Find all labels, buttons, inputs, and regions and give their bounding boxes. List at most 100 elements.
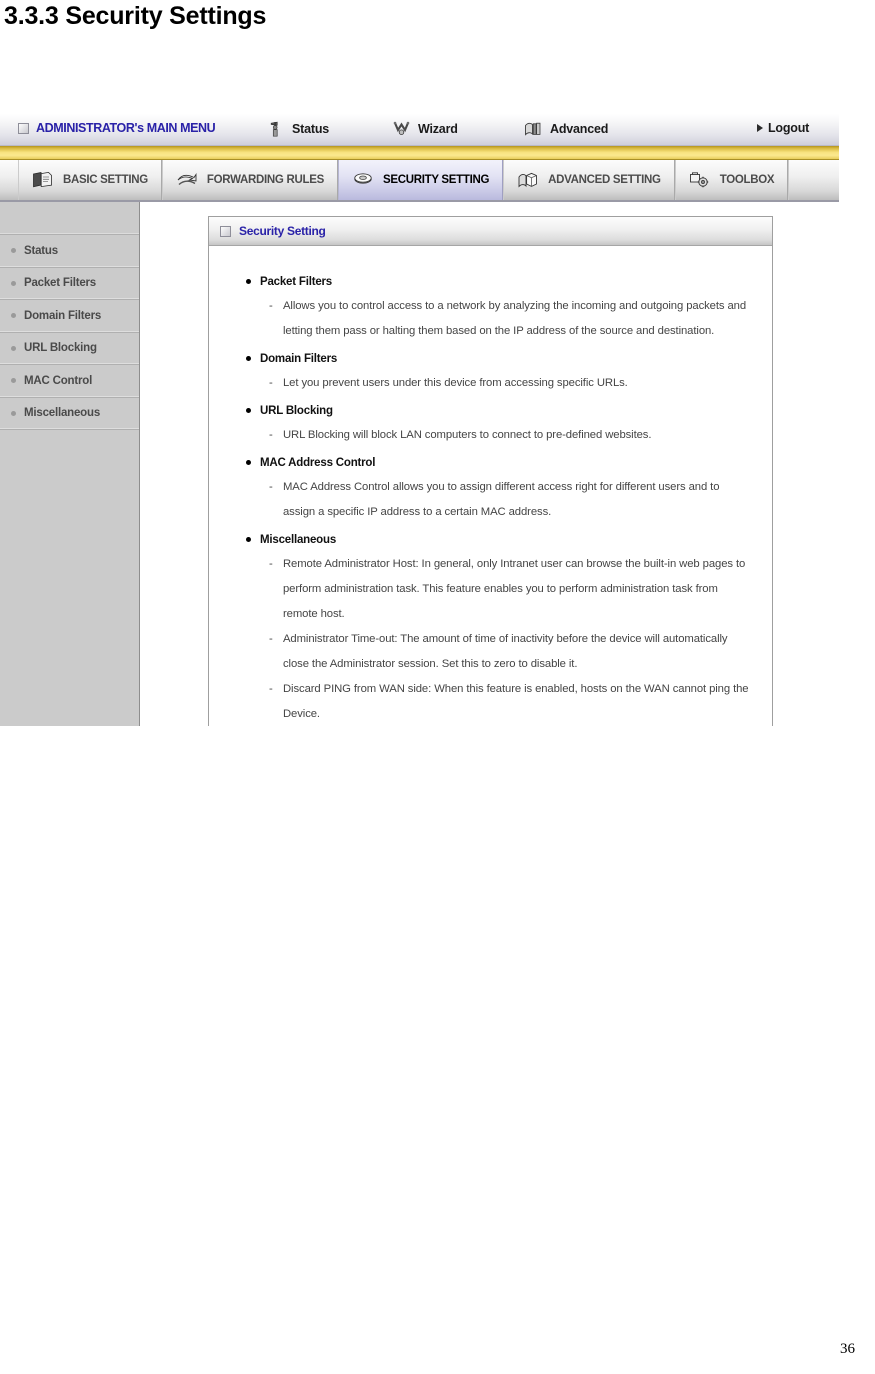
section-heading: URL Blocking [242,401,754,422]
sidebar-item-label: Status [24,244,58,257]
panel-title: Security Setting [239,224,326,238]
tab-row-filler [788,160,839,200]
toolbox-gear-icon [689,171,711,189]
menu-link-status[interactable]: Status [268,121,329,137]
bullet-dot-icon [246,408,251,413]
section-packet-filters: Packet Filters - Allows you to control a… [242,272,754,344]
bullet-dot-icon [11,280,16,286]
bullet-dot-icon [11,410,16,416]
bullet-dot-icon [11,313,16,319]
bullet-dot-icon [246,537,251,542]
main-tab-bar: BASIC SETTING FORWARDING RULES SECURITY … [0,160,839,202]
dash-marker-icon: - [269,429,273,441]
dash-marker-icon: - [269,300,273,312]
section-heading: MAC Address Control [242,453,754,474]
section-mac-address-control: MAC Address Control - MAC Address Contro… [242,453,754,525]
tab-forwarding-rules-label: FORWARDING RULES [206,174,324,186]
tab-security-setting-label: SECURITY SETTING [382,174,490,186]
arrow-right-icon [757,124,763,132]
page-number: 36 [840,1341,855,1357]
menu-link-wizard-label: Wizard [418,121,458,136]
section-item-text: Let you prevent users under this device … [283,377,628,389]
dash-marker-icon: - [269,377,273,389]
forwarding-arrow-icon [176,171,198,189]
bullet-dot-icon [11,248,16,254]
section-item: - Let you prevent users under this devic… [242,371,754,396]
bullet-dot-icon [246,356,251,361]
section-item-text: Discard PING from WAN side: When this fe… [283,683,749,720]
bullet-dot-icon [11,378,16,384]
menu-link-status-label: Status [292,122,330,136]
section-item-text: Remote Administrator Host: In general, o… [283,558,746,620]
sidebar-item-url-blocking[interactable]: URL Blocking [0,333,139,365]
section-heading: Miscellaneous [242,530,754,551]
section-item: - Administrator Time-out: The amount of … [242,627,754,677]
section-item-text: URL Blocking will block LAN computers to… [283,429,652,441]
section-heading-label: Packet Filters [260,276,332,288]
section-heading-label: URL Blocking [260,405,333,417]
dash-marker-icon: - [269,558,273,570]
main-menu-label: ADMINISTRATOR's MAIN MENU [36,121,216,135]
sidebar-item-label: MAC Control [24,374,93,387]
section-heading: Packet Filters [242,272,754,293]
section-url-blocking: URL Blocking - URL Blocking will block L… [242,401,754,448]
content-column: Security Setting Packet Filters - Allows… [140,202,839,726]
section-heading-label: MAC Address Control [260,457,376,469]
section-item-text: Allows you to control access to a networ… [283,300,747,337]
bullet-dot-icon [246,279,251,284]
administrator-main-menu[interactable]: ADMINISTRATOR's MAIN MENU [18,121,216,135]
sidebar-item-label: URL Blocking [24,342,97,355]
bullet-dot-icon [11,345,16,351]
sidebar-item-domain-filters[interactable]: Domain Filters [0,300,139,333]
sidebar-item-label: Miscellaneous [24,407,101,420]
tab-security-setting[interactable]: SECURITY SETTING [337,160,504,200]
bullet-dot-icon [246,460,251,465]
section-heading: Domain Filters [242,349,754,370]
section-heading-label: Miscellaneous [260,534,337,546]
documents-folder-icon [32,171,54,189]
ui-body: Status Packet Filters Domain Filters URL… [0,202,839,726]
gold-divider-band [0,146,839,160]
menu-link-advanced[interactable]: Advanced [524,121,608,136]
wizard-wand-icon [393,121,410,136]
sidebar-item-label: Domain Filters [24,309,102,322]
menu-link-logout-label: Logout [768,121,810,135]
page-title: 3.3.3 Security Settings [4,2,267,30]
security-setting-panel: Security Setting Packet Filters - Allows… [208,216,773,726]
top-menu-bar: ADMINISTRATOR's MAIN MENU Status Wizard … [0,114,839,146]
dash-marker-icon: - [269,481,273,493]
sidebar-top-cap [0,202,139,235]
signpost-person-icon [268,121,284,137]
menu-link-advanced-label: Advanced [550,121,609,136]
dash-marker-icon: - [269,683,273,695]
tab-basic-setting[interactable]: BASIC SETTING [18,160,162,200]
tab-forwarding-rules[interactable]: FORWARDING RULES [161,160,338,200]
square-box-icon [220,225,231,237]
advanced-book-icon [524,121,542,136]
section-item: - URL Blocking will block LAN computers … [242,423,754,448]
section-item: - MAC Address Control allows you to assi… [242,475,754,525]
section-item-text: MAC Address Control allows you to assign… [283,481,720,518]
sidebar-item-mac-control[interactable]: MAC Control [0,365,139,398]
menu-link-wizard[interactable]: Wizard [393,121,458,136]
tab-advanced-setting-label: ADVANCED SETTING [548,174,661,186]
panel-header: Security Setting [209,217,772,246]
shield-nut-icon [352,171,374,189]
tab-advanced-setting[interactable]: ADVANCED SETTING [503,160,675,200]
panel-body: Packet Filters - Allows you to control a… [209,246,772,726]
section-domain-filters: Domain Filters - Let you prevent users u… [242,349,754,396]
square-box-icon [18,122,29,134]
sidebar-item-miscellaneous[interactable]: Miscellaneous [0,398,139,430]
section-item: - Discard PING from WAN side: When this … [242,677,754,726]
menu-link-logout[interactable]: Logout [757,121,809,135]
router-admin-screenshot: ADMINISTRATOR's MAIN MENU Status Wizard … [0,114,839,726]
section-item-text: Administrator Time-out: The amount of ti… [283,633,728,670]
sidebar-item-status[interactable]: Status [0,235,139,268]
section-miscellaneous: Miscellaneous - Remote Administrator Hos… [242,530,754,726]
tab-toolbox-label: TOOLBOX [719,174,775,186]
sidebar-item-packet-filters[interactable]: Packet Filters [0,268,139,300]
sidebar: Status Packet Filters Domain Filters URL… [0,202,140,726]
tab-toolbox[interactable]: TOOLBOX [674,160,789,200]
tab-basic-setting-label: BASIC SETTING [63,174,148,186]
section-item: - Remote Administrator Host: In general,… [242,552,754,627]
